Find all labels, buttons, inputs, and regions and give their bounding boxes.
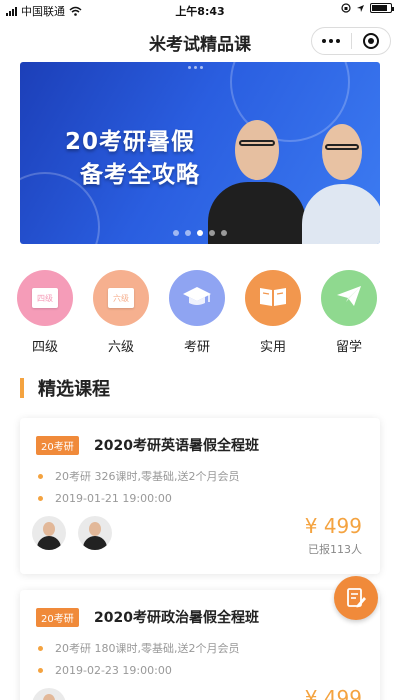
- category-icon-circle: 四级: [17, 270, 73, 326]
- category-label: 四级: [31, 340, 58, 355]
- edit-note-icon: [347, 588, 366, 608]
- course-title: 2020考研英语暑假全程班: [94, 438, 259, 454]
- category-label: 实用: [259, 340, 286, 355]
- category-label: 考研: [183, 340, 210, 355]
- course-desc-row: 20考研 326课时,零基础,送2个月会员: [38, 468, 239, 484]
- course-card[interactable]: 20考研 2020考研政治暑假全程班 20考研 180课时,零基础,送2个月会员…: [20, 590, 380, 700]
- category-graduation-cap[interactable]: 考研: [159, 270, 235, 355]
- course-desc-row: 20考研 180课时,零基础,送2个月会员: [38, 640, 239, 656]
- course-date: 2019-01-21 19:00:00: [55, 492, 172, 505]
- close-miniprogram-icon: [362, 33, 379, 49]
- cet6-card-icon: 六级: [108, 288, 134, 308]
- miniprogram-capsule: [311, 27, 391, 55]
- battery-icon: [370, 3, 394, 13]
- promo-banner[interactable]: 20考研暑假 备考全攻略: [20, 62, 380, 244]
- category-cet6-card[interactable]: 六级 六级: [83, 270, 159, 355]
- course-price: ¥ 499: [304, 514, 362, 538]
- course-date-row: 2019-01-21 19:00:00: [38, 492, 172, 505]
- battery-fill: [372, 5, 388, 11]
- category-icon-circle: [169, 270, 225, 326]
- course-date-row: 2019-02-23 19:00:00: [38, 664, 172, 677]
- banner-top-dots: [188, 66, 203, 69]
- cet4-card-icon: 四级: [32, 288, 58, 308]
- bullet-dot: [38, 645, 43, 651]
- banner-subheadline: 备考全攻略: [80, 162, 200, 188]
- status-bar: 中国联通 上午8:43: [0, 0, 400, 20]
- avatar: [78, 516, 112, 550]
- pagination-dot[interactable]: [185, 230, 191, 236]
- banner-pagination: [20, 230, 380, 236]
- feedback-fab-button[interactable]: [334, 576, 378, 620]
- course-tag: 20考研: [36, 608, 79, 627]
- section-accent-bar: [20, 378, 24, 398]
- category-label: 留学: [335, 340, 362, 355]
- more-icon: [322, 39, 341, 43]
- banner-headline: 20考研暑假: [65, 129, 196, 155]
- status-time: 上午8:43: [175, 5, 225, 18]
- category-label: 六级: [107, 340, 134, 355]
- pagination-dot[interactable]: [173, 230, 179, 236]
- category-icon-circle: [245, 270, 301, 326]
- pagination-dot[interactable]: [221, 230, 227, 236]
- category-icon-circle: 六级: [93, 270, 149, 326]
- paper-plane-icon: [335, 284, 363, 312]
- course-price: ¥ 499: [304, 686, 362, 700]
- category-book[interactable]: 实用: [235, 270, 311, 355]
- teacher-avatars: [32, 516, 112, 550]
- category-icon-circle: [321, 270, 377, 326]
- pagination-dot[interactable]: [197, 230, 203, 236]
- category-paper-plane[interactable]: 留学: [311, 270, 387, 355]
- lock-rotation-icon: [341, 3, 351, 13]
- book-icon: [258, 284, 288, 312]
- bullet-dot: [38, 496, 43, 501]
- status-right: [341, 3, 394, 13]
- bullet-dot: [38, 473, 43, 479]
- teacher-avatars: [32, 688, 66, 700]
- close-miniprogram-button[interactable]: [352, 28, 391, 54]
- course-desc: 20考研 326课时,零基础,送2个月会员: [55, 470, 240, 483]
- course-desc: 20考研 180课时,零基础,送2个月会员: [55, 642, 240, 655]
- more-button[interactable]: [312, 28, 351, 54]
- pagination-dot[interactable]: [209, 230, 215, 236]
- section-header: 精选课程: [20, 376, 110, 400]
- category-row: 四级 四级 六级 六级 考研 实用 留学: [0, 270, 400, 360]
- course-date: 2019-02-23 19:00:00: [55, 664, 172, 677]
- location-icon: [357, 4, 364, 12]
- avatar: [32, 516, 66, 550]
- nav-bar: 米考试精品课: [0, 20, 400, 60]
- course-title: 2020考研政治暑假全程班: [94, 610, 259, 626]
- enrolled-count: 已报113人: [308, 543, 362, 556]
- graduation-cap-icon: [182, 284, 212, 312]
- section-title: 精选课程: [38, 379, 110, 400]
- avatar: [32, 688, 66, 700]
- bullet-dot: [38, 668, 43, 673]
- teacher-photo: [296, 114, 380, 244]
- category-cet4-card[interactable]: 四级 四级: [7, 270, 83, 355]
- course-tag: 20考研: [36, 436, 79, 455]
- course-card[interactable]: 20考研 2020考研英语暑假全程班 20考研 326课时,零基础,送2个月会员…: [20, 418, 380, 574]
